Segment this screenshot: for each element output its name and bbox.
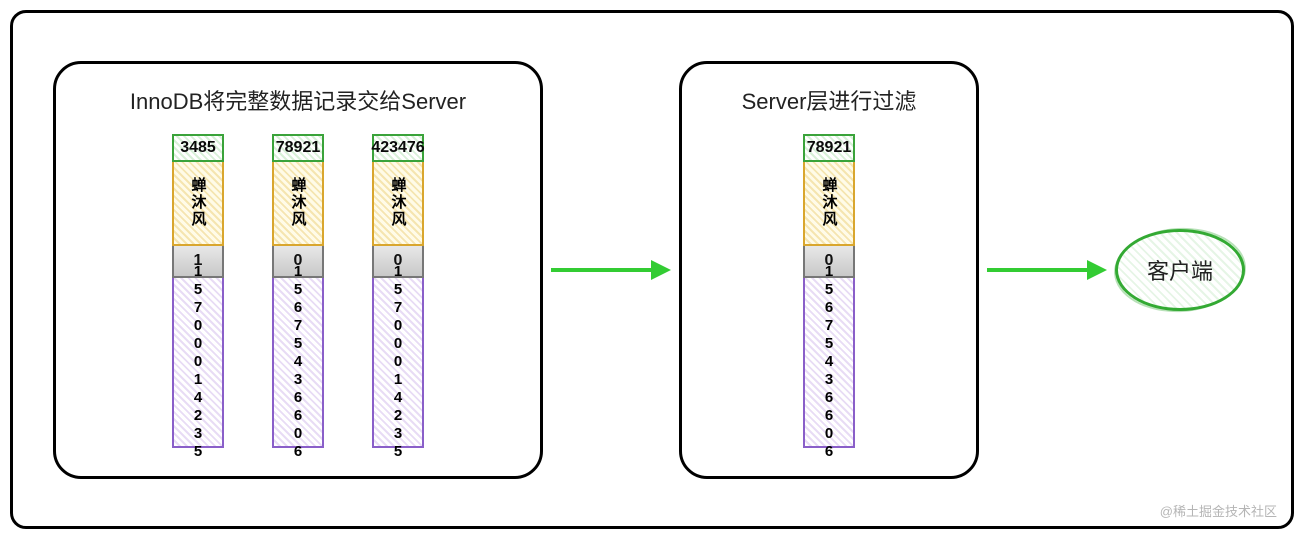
record-phone: 15675436606 (803, 278, 855, 448)
record: 423476 蝉沐风 0 15700014235 (372, 134, 424, 448)
server-records: 78921 蝉沐风 0 15675436606 (803, 134, 855, 448)
record-phone: 15700014235 (172, 278, 224, 448)
arrow-innodb-to-server (551, 267, 671, 273)
client-node: 客户端 (1115, 229, 1245, 311)
record-id: 78921 (803, 134, 855, 162)
record-name: 蝉沐风 (803, 162, 855, 246)
server-filter-box-title: Server层进行过滤 (742, 84, 917, 116)
innodb-records: 3485 蝉沐风 1 15700014235 78921 蝉沐风 0 15675… (172, 134, 424, 448)
record: 3485 蝉沐风 1 15700014235 (172, 134, 224, 448)
record: 78921 蝉沐风 0 15675436606 (803, 134, 855, 448)
record-id: 423476 (372, 134, 424, 162)
diagram-frame: InnoDB将完整数据记录交给Server 3485 蝉沐风 1 1570001… (10, 10, 1294, 529)
arrow-head-icon (1087, 260, 1107, 280)
watermark: @稀土掘金技术社区 (1160, 501, 1277, 520)
arrow-line (987, 268, 1093, 272)
innodb-box: InnoDB将完整数据记录交给Server 3485 蝉沐风 1 1570001… (53, 61, 543, 479)
record-phone: 15675436606 (272, 278, 324, 448)
record: 78921 蝉沐风 0 15675436606 (272, 134, 324, 448)
record-name: 蝉沐风 (372, 162, 424, 246)
client-label: 客户端 (1147, 254, 1213, 286)
innodb-box-title: InnoDB将完整数据记录交给Server (130, 84, 466, 116)
record-name: 蝉沐风 (172, 162, 224, 246)
record-id: 78921 (272, 134, 324, 162)
record-name: 蝉沐风 (272, 162, 324, 246)
arrow-line (551, 268, 657, 272)
arrow-server-to-client (987, 267, 1107, 273)
record-phone: 15700014235 (372, 278, 424, 448)
server-filter-box: Server层进行过滤 78921 蝉沐风 0 15675436606 (679, 61, 979, 479)
arrow-head-icon (651, 260, 671, 280)
record-id: 3485 (172, 134, 224, 162)
